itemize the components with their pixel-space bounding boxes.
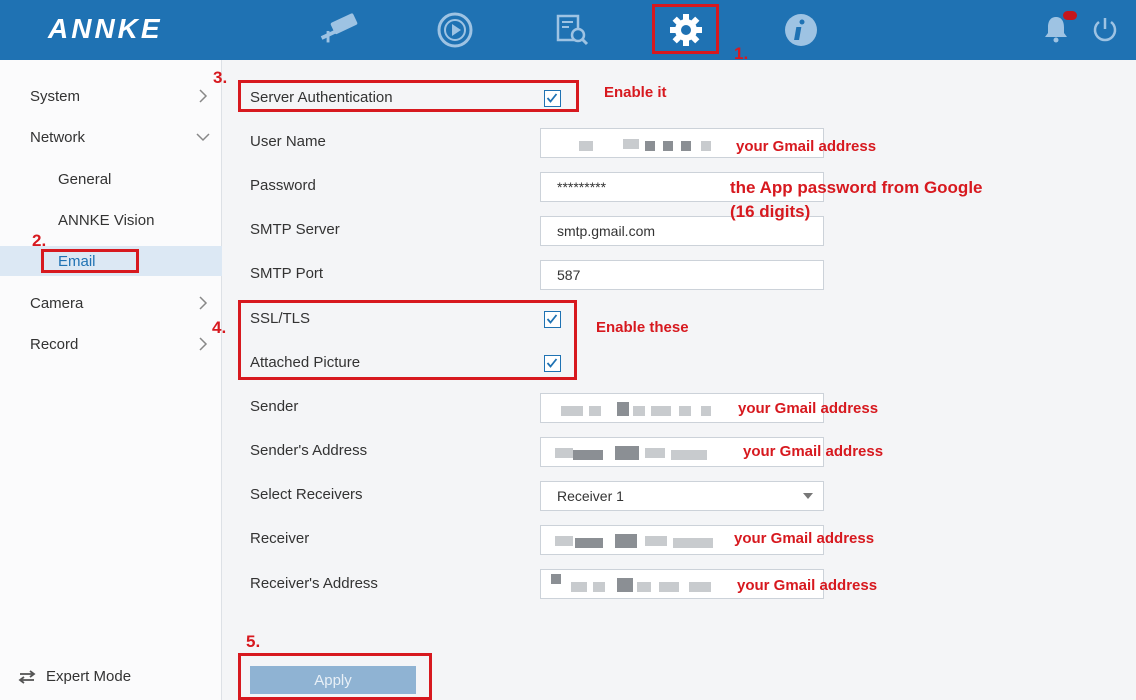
- select-receivers-label: Select Receivers: [250, 486, 363, 503]
- redacted-text: [701, 141, 711, 151]
- redacted-text: [579, 141, 593, 151]
- redacted-text: [593, 582, 605, 592]
- redacted-text: [663, 141, 673, 151]
- annotation-gmail-receiver: your Gmail address: [734, 530, 875, 547]
- select-receivers-value: Receiver 1: [557, 488, 624, 504]
- senders-address-label: Sender's Address: [250, 442, 368, 459]
- redacted-text: [701, 406, 711, 416]
- annotation-step-1: 1.: [734, 44, 749, 63]
- sidebar-item-label: General: [58, 170, 112, 188]
- annotation-gmail-sender: your Gmail address: [738, 400, 879, 417]
- info-icon[interactable]: [779, 8, 823, 52]
- sidebar-item-label: Record: [30, 335, 79, 353]
- sender-label: Sender: [250, 398, 299, 415]
- chevron-down-icon: [196, 133, 210, 142]
- annotation-enable-it: Enable it: [604, 84, 667, 101]
- redacted-text: [645, 536, 667, 546]
- annotation-box-server-auth: [238, 80, 579, 112]
- redacted-text: [633, 406, 645, 416]
- password-value: *********: [557, 179, 607, 195]
- sidebar-item-general[interactable]: General: [0, 164, 222, 194]
- annotation-step-3: 3.: [213, 68, 228, 87]
- redacted-text: [571, 582, 587, 592]
- smtp-port-input[interactable]: 587: [540, 260, 824, 290]
- redacted-text: [679, 406, 691, 416]
- swap-arrows-icon: [18, 669, 36, 684]
- redacted-text: [617, 578, 633, 592]
- annotation-gmail-sender-address: your Gmail address: [743, 443, 884, 460]
- annotation-box-email: [41, 249, 139, 273]
- user-name-label: User Name: [250, 133, 326, 150]
- redacted-text: [673, 538, 713, 548]
- redacted-text: [551, 574, 561, 584]
- redacted-text: [615, 534, 637, 548]
- chevron-right-icon: [199, 89, 208, 103]
- playback-icon[interactable]: [433, 8, 477, 52]
- smtp-server-label: SMTP Server: [250, 221, 340, 238]
- smtp-port-value: 587: [557, 267, 581, 283]
- redacted-text: [681, 141, 691, 151]
- annotation-app-password-line2: (16 digits): [730, 202, 811, 221]
- sidebar-item-label: Camera: [30, 294, 84, 312]
- chevron-right-icon: [199, 296, 208, 310]
- sidebar-item-record[interactable]: Record: [0, 329, 222, 359]
- select-receivers-dropdown[interactable]: Receiver 1: [540, 481, 824, 511]
- sidebar-item-camera[interactable]: Camera: [0, 288, 222, 318]
- sidebar-item-network[interactable]: Network: [0, 122, 222, 152]
- smtp-server-value: smtp.gmail.com: [557, 223, 656, 239]
- annotation-box-settings: [652, 4, 719, 54]
- dropdown-caret-icon: [803, 493, 813, 499]
- redacted-text: [617, 402, 629, 416]
- chevron-right-icon: [199, 337, 208, 351]
- annke-logo: ANNKE: [48, 13, 163, 44]
- sidebar-item-label: ANNKE Vision: [58, 211, 155, 229]
- smtp-port-label: SMTP Port: [250, 265, 324, 282]
- expert-mode-label: Expert Mode: [46, 668, 132, 685]
- annotation-step-4: 4.: [212, 318, 227, 337]
- sidebar-item-system[interactable]: System: [0, 81, 222, 111]
- redacted-text: [651, 406, 671, 416]
- power-icon[interactable]: [1083, 7, 1127, 51]
- annotation-gmail-user: your Gmail address: [736, 138, 877, 155]
- settings-sidebar: [0, 60, 222, 700]
- annotation-box-apply: [238, 653, 432, 700]
- redacted-text: [645, 448, 665, 458]
- redacted-text: [555, 448, 573, 458]
- redacted-text: [645, 141, 655, 151]
- redacted-text: [659, 582, 679, 592]
- receiver-label: Receiver: [250, 530, 310, 547]
- annotation-box-ssl-attached: [238, 300, 577, 380]
- annotation-enable-these: Enable these: [596, 319, 689, 336]
- password-label: Password: [250, 177, 316, 194]
- expert-mode-toggle[interactable]: Expert Mode: [18, 668, 131, 685]
- redacted-text: [671, 450, 707, 460]
- redacted-text: [575, 538, 603, 548]
- annotation-gmail-receiver-address: your Gmail address: [737, 577, 878, 594]
- annotation-step-5: 5.: [246, 632, 261, 651]
- live-view-camera-icon[interactable]: [318, 8, 362, 52]
- notification-badge: [1063, 11, 1077, 20]
- redacted-text: [623, 139, 639, 149]
- annotation-app-password-line1: the App password from Google: [730, 178, 983, 197]
- search-icon[interactable]: [550, 8, 594, 52]
- redacted-text: [637, 582, 651, 592]
- redacted-text: [615, 446, 639, 460]
- redacted-text: [689, 582, 711, 592]
- redacted-text: [555, 536, 573, 546]
- redacted-text: [589, 406, 601, 416]
- sidebar-item-label: System: [30, 87, 81, 105]
- redacted-text: [561, 406, 583, 416]
- receivers-address-label: Receiver's Address: [250, 575, 378, 592]
- top-navigation-bar: ANNKE: [0, 0, 1136, 60]
- annotation-step-2: 2.: [32, 231, 47, 250]
- sidebar-item-label: Network: [30, 128, 86, 146]
- redacted-text: [573, 450, 603, 460]
